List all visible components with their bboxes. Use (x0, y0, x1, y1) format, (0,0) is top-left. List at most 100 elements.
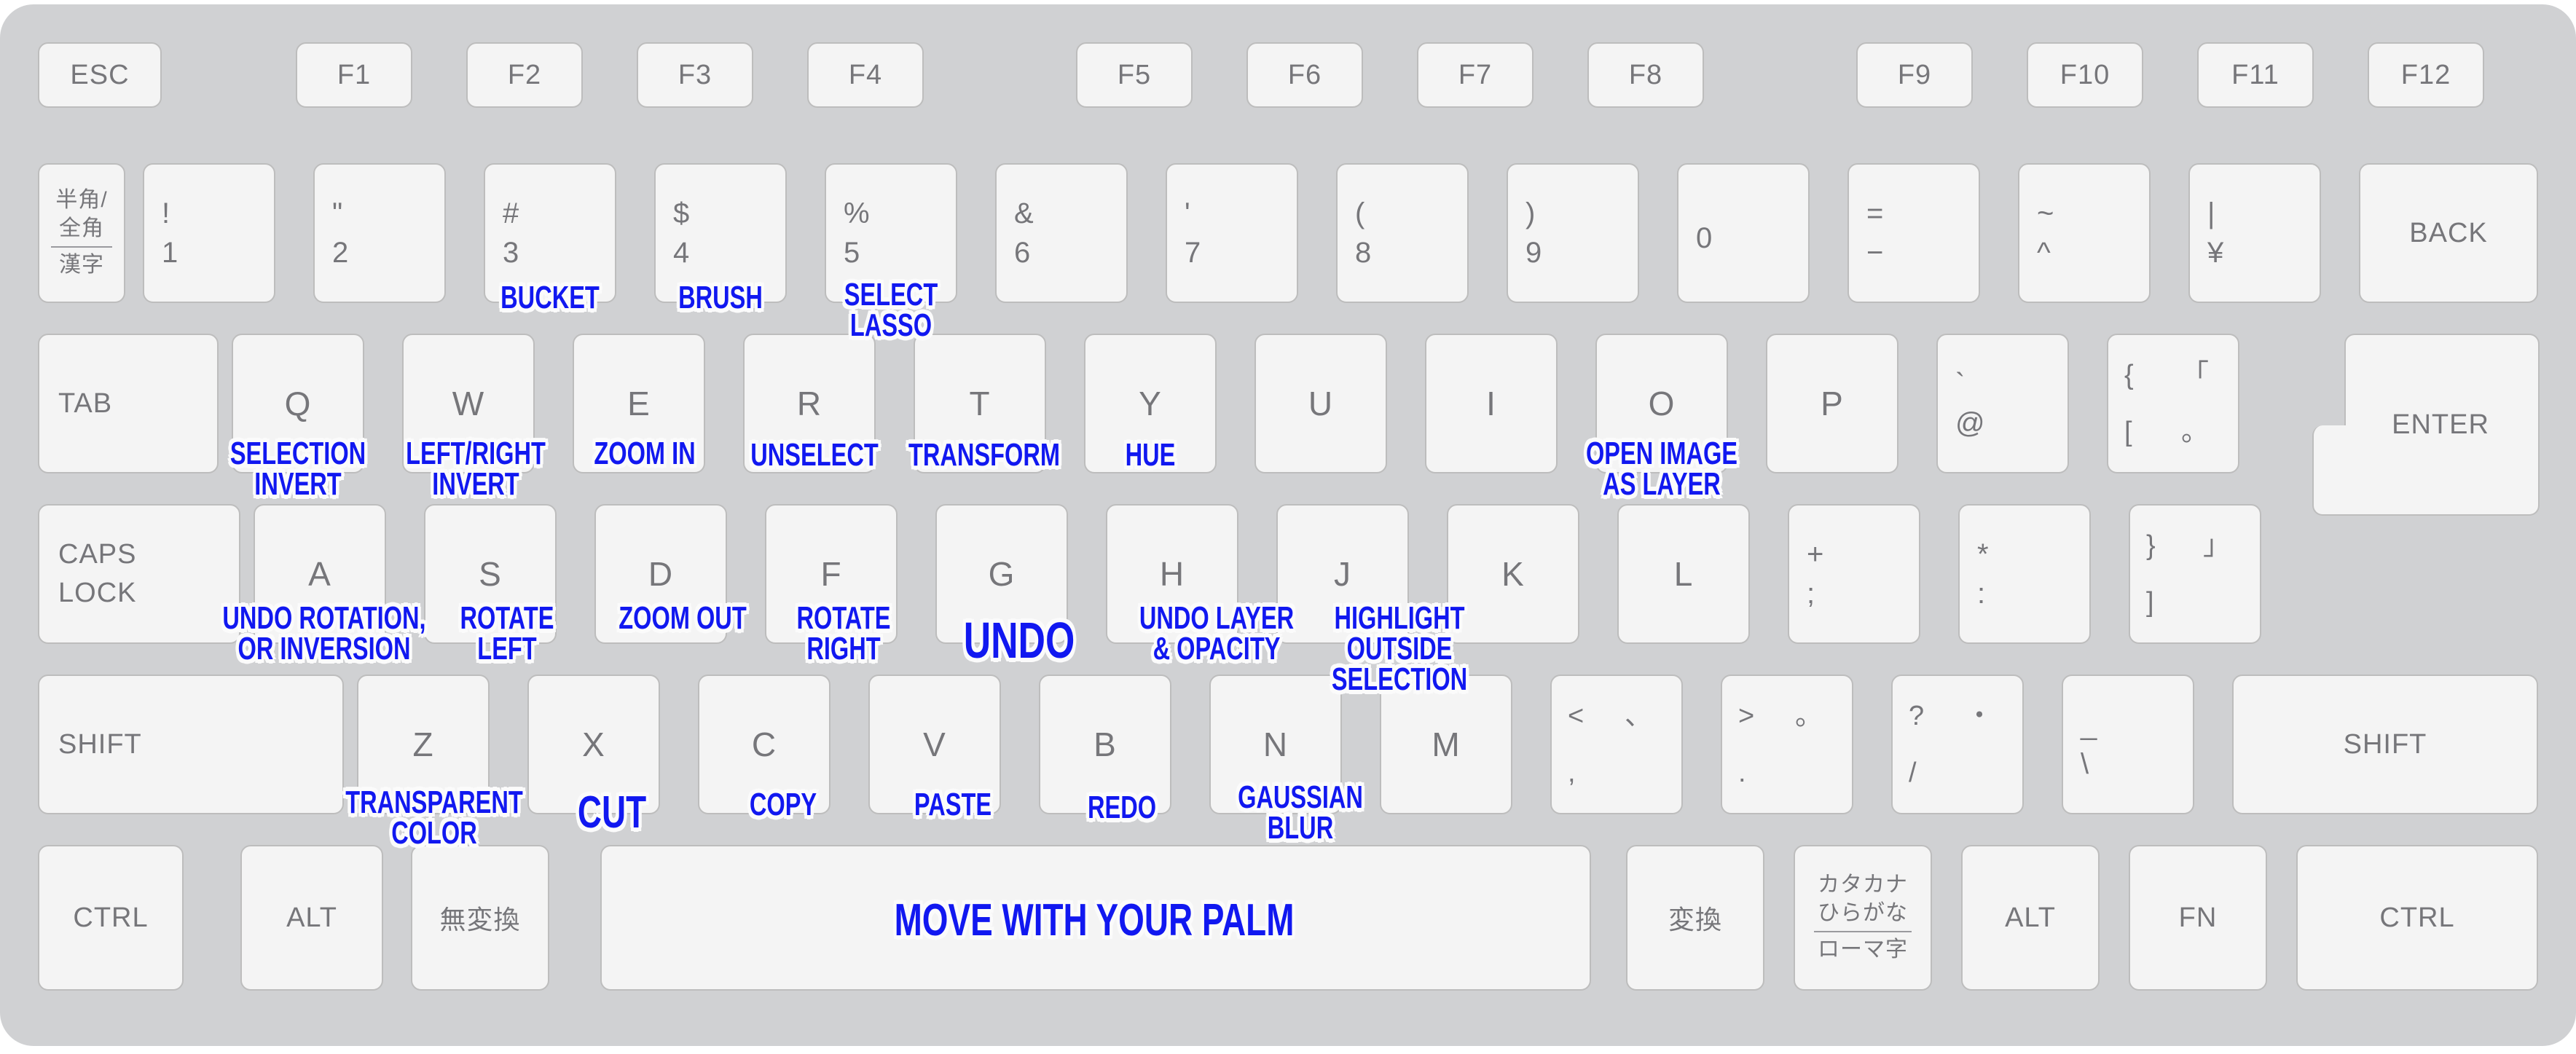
key-f12[interactable]: F12 (2368, 42, 2484, 108)
annotation-zoom-in: ZOOM IN (594, 436, 696, 471)
key-f5[interactable]: F5 (1076, 42, 1193, 108)
key-minus[interactable]: = − (1847, 163, 1980, 303)
key-backspace[interactable]: BACK (2359, 163, 2538, 303)
key-yen[interactable]: | ¥ (2188, 163, 2321, 303)
key-l[interactable]: L (1617, 504, 1750, 644)
key-1[interactable]: ! 1 (143, 163, 275, 303)
key-katakana-hiragana-romaji[interactable]: カタカナ ひらがな ローマ字 (1794, 845, 1932, 991)
key-legend-pipe: | (2207, 197, 2216, 229)
key-legend-ideographic-comma: 、 (1625, 701, 1654, 731)
key-legend-underscore: _ (2081, 709, 2098, 741)
key-legend-brace-open: { (2124, 360, 2135, 390)
key-alt-left[interactable]: ALT (240, 845, 383, 991)
key-f11[interactable]: F11 (2197, 42, 2314, 108)
key-legend-ideographic-full-stop: 。 (1795, 701, 1824, 731)
key-legend-3: 3 (503, 237, 520, 269)
key-legend-backslash: \ (2081, 748, 2090, 780)
key-legend-slash: / (1909, 758, 1917, 788)
key-f10[interactable]: F10 (2027, 42, 2143, 108)
annotation-move-with-your-palm: MOVE WITH YOUR PALM (894, 895, 1295, 945)
key-legend-ideographic-period: 。 (2181, 417, 2210, 447)
annotation-undo-rotation-or-inversion: UNDO ROTATION, OR INVERSION (222, 600, 426, 667)
key-f4[interactable]: F4 (807, 42, 924, 108)
key-legend-question: ? (1909, 701, 1925, 731)
key-f8[interactable]: F8 (1587, 42, 1704, 108)
key-comma[interactable]: < 、 , (1550, 675, 1683, 814)
key-legend-7: 7 (1185, 237, 1202, 269)
key-f9[interactable]: F9 (1856, 42, 1973, 108)
annotation-hue: HUE (1125, 437, 1176, 473)
key-legend-katakana: カタカナ (1818, 873, 1908, 897)
key-legend-quote: " (332, 197, 344, 229)
key-legend-enter: ENTER (2392, 409, 2489, 440)
key-legend-8: 8 (1355, 237, 1373, 269)
key-f3[interactable]: F3 (637, 42, 753, 108)
key-legend-less-than: < (1568, 701, 1585, 731)
annotation-copy: COPY (749, 787, 817, 822)
key-legend-paren-close: ) (1525, 197, 1536, 229)
key-legend-kanji: 漢字 (59, 253, 104, 278)
key-alt-right[interactable]: ALT (1961, 845, 2100, 991)
key-legend-period: . (1738, 758, 1747, 788)
key-esc[interactable]: ESC (38, 42, 162, 108)
annotation-rotate-left: ROTATE LEFT (460, 600, 554, 667)
key-f1[interactable]: F1 (296, 42, 412, 108)
annotation-brush: BRUSH (678, 280, 763, 315)
key-legend-caret: ^ (2037, 237, 2051, 269)
key-legend-backtick: ` (1955, 368, 1966, 400)
key-p[interactable]: P (1766, 334, 1898, 473)
key-semicolon[interactable]: + ; (1788, 504, 1920, 644)
key-muhenkan[interactable]: 無変換 (411, 845, 549, 991)
key-i[interactable]: I (1425, 334, 1558, 473)
key-7[interactable]: ' 7 (1166, 163, 1298, 303)
key-f2[interactable]: F2 (466, 42, 583, 108)
annotation-selection-invert: SELECTION INVERT (229, 436, 366, 503)
key-legend-9: 9 (1525, 237, 1543, 269)
key-legend-colon: : (1977, 578, 1987, 610)
key-ctrl-left[interactable]: CTRL (38, 845, 184, 991)
key-colon[interactable]: * : (1958, 504, 2091, 644)
annotation-rotate-right: ROTATE RIGHT (796, 600, 891, 667)
key-hankaku-zenkaku-kanji[interactable]: 半角/ 全角 漢字 (38, 163, 125, 303)
key-shift-left[interactable]: SHIFT (38, 675, 344, 814)
key-ctrl-right[interactable]: CTRL (2296, 845, 2538, 991)
key-legend-yen: ¥ (2207, 237, 2225, 269)
key-legend-equals: = (1866, 197, 1885, 229)
key-9[interactable]: ) 9 (1507, 163, 1639, 303)
annotation-redo: REDO (1087, 790, 1157, 825)
key-tab[interactable]: TAB (38, 334, 219, 473)
key-backslash-ro[interactable]: _ \ (2062, 675, 2194, 814)
key-legend-plus: + (1807, 538, 1825, 570)
key-shift-right[interactable]: SHIFT (2232, 675, 2538, 814)
key-legend-semicolon: ; (1807, 578, 1816, 610)
key-6[interactable]: & 6 (995, 163, 1128, 303)
key-slash[interactable]: ? ・ / (1891, 675, 2024, 814)
annotation-transform: TRANSFORM (908, 437, 1061, 473)
key-legend-apostrophe: ' (1185, 197, 1191, 229)
annotation-left-right-invert: LEFT/RIGHT INVERT (406, 436, 546, 503)
key-caret[interactable]: ~ ^ (2018, 163, 2151, 303)
key-legend-tilde: ~ (2037, 197, 2055, 229)
key-enter[interactable]: ENTER (2312, 334, 2540, 516)
annotation-cut: CUT (577, 787, 647, 838)
key-bracket-right[interactable]: } 」 ] (2129, 504, 2261, 644)
key-legend-5: 5 (844, 237, 861, 269)
key-bracket-left[interactable]: { 「 [ 。 (2107, 334, 2239, 473)
key-at[interactable]: ` @ (1936, 334, 2069, 473)
key-legend-corner-close: 」 (2203, 530, 2232, 561)
key-henkan[interactable]: 変換 (1626, 845, 1764, 991)
key-period[interactable]: > 。 . (1721, 675, 1853, 814)
key-legend-0: 0 (1696, 222, 1713, 254)
key-f6[interactable]: F6 (1246, 42, 1363, 108)
key-legend-asterisk: * (1977, 538, 1990, 570)
key-u[interactable]: U (1254, 334, 1387, 473)
key-8[interactable]: ( 8 (1336, 163, 1469, 303)
key-f7[interactable]: F7 (1417, 42, 1534, 108)
key-legend-greater-than: > (1738, 701, 1756, 731)
key-legend-minus: − (1866, 237, 1885, 269)
key-legend-4: 4 (673, 237, 691, 269)
key-2[interactable]: " 2 (313, 163, 446, 303)
annotation-select-lasso: SELECT LASSO (844, 277, 938, 344)
key-fn[interactable]: FN (2129, 845, 2267, 991)
key-0[interactable]: 0 (1677, 163, 1810, 303)
